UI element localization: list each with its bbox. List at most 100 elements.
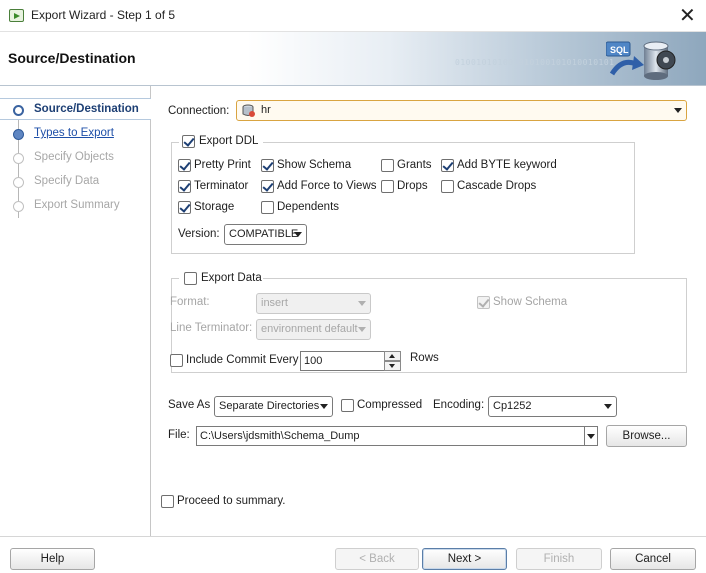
- compressed-label: Compressed: [357, 399, 423, 411]
- add-byte-keyword-checkbox[interactable]: [441, 159, 454, 172]
- help-button[interactable]: Help: [10, 548, 95, 570]
- chevron-down-icon: [358, 301, 366, 306]
- step-disabled-icon: [13, 201, 24, 212]
- window-title: Export Wizard - Step 1 of 5: [31, 8, 176, 22]
- file-history-dropdown[interactable]: [584, 426, 598, 446]
- format-select[interactable]: insert: [256, 293, 371, 314]
- grants-label: Grants: [397, 159, 432, 171]
- chevron-down-icon: [389, 364, 395, 368]
- step-specify-objects: Specify Objects: [0, 147, 151, 169]
- stepper-down-button[interactable]: [384, 361, 401, 371]
- step-disabled-icon: [13, 153, 24, 164]
- storage-label: Storage: [194, 201, 235, 213]
- next-button[interactable]: Next >: [422, 548, 507, 570]
- data-show-schema-label: Show Schema: [493, 296, 568, 308]
- terminator-checkbox[interactable]: [178, 180, 191, 193]
- browse-button[interactable]: Browse...: [606, 425, 687, 447]
- sql-export-logo-icon: SQL: [606, 41, 676, 80]
- export-data-legend: Export Data: [179, 270, 263, 286]
- version-select[interactable]: COMPATIBLE: [224, 224, 307, 245]
- version-label: Version:: [178, 228, 220, 240]
- proceed-to-summary-checkbox[interactable]: [161, 495, 174, 508]
- step-types-to-export[interactable]: Types to Export: [0, 123, 151, 145]
- step-active-icon: [13, 105, 24, 116]
- export-ddl-checkbox[interactable]: [182, 135, 195, 148]
- cascade-drops-label: Cascade Drops: [457, 180, 537, 192]
- step-label: Export Summary: [34, 199, 120, 211]
- export-data-label: Export Data: [201, 272, 262, 284]
- line-terminator-select[interactable]: environment default: [256, 319, 371, 340]
- file-path-input[interactable]: C:\Users\jdsmith\Schema_Dump: [196, 426, 585, 446]
- chevron-down-icon: [358, 327, 366, 332]
- cascade-drops-checkbox[interactable]: [441, 180, 454, 193]
- pretty-print-label: Pretty Print: [194, 159, 251, 171]
- format-value: insert: [261, 297, 288, 309]
- database-icon: [242, 104, 255, 117]
- title-bar: Export Wizard - Step 1 of 5 ✕: [0, 0, 706, 32]
- page-title: Source/Destination: [8, 50, 136, 66]
- include-commit-label: Include Commit Every: [186, 354, 299, 366]
- chevron-down-icon: [587, 434, 595, 439]
- step-label: Specify Data: [34, 175, 100, 187]
- chevron-down-icon: [320, 404, 328, 409]
- encoding-label: Encoding:: [433, 399, 485, 411]
- add-force-to-views-label: Add Force to Views: [277, 180, 377, 192]
- data-show-schema-checkbox[interactable]: [477, 296, 490, 309]
- rows-label: Rows: [410, 352, 439, 364]
- storage-checkbox[interactable]: [178, 201, 191, 214]
- grants-checkbox[interactable]: [381, 159, 394, 172]
- export-data-checkbox[interactable]: [184, 272, 197, 285]
- wizard-content-panel: Connection: hr Export DDL Pretty Print S…: [151, 86, 706, 536]
- chevron-down-icon: [294, 232, 302, 237]
- compressed-checkbox[interactable]: [341, 399, 354, 412]
- finish-button[interactable]: Finish: [516, 548, 602, 570]
- wizard-app-icon: [9, 9, 24, 22]
- add-force-to-views-checkbox[interactable]: [261, 180, 274, 193]
- export-ddl-legend: Export DDL: [179, 133, 263, 149]
- pretty-print-checkbox[interactable]: [178, 159, 191, 172]
- wizard-step-sidebar: Source/Destination Types to Export Speci…: [0, 86, 151, 536]
- file-label: File:: [168, 429, 190, 441]
- line-terminator-label: Line Terminator:: [170, 322, 253, 334]
- step-specify-data: Specify Data: [0, 171, 151, 193]
- step-link-icon: [13, 129, 24, 140]
- drops-checkbox[interactable]: [381, 180, 394, 193]
- close-icon[interactable]: ✕: [679, 3, 696, 28]
- export-ddl-label: Export DDL: [199, 135, 259, 147]
- step-label: Source/Destination: [34, 103, 139, 115]
- format-label: Format:: [170, 296, 210, 308]
- step-label: Specify Objects: [34, 151, 114, 163]
- line-terminator-value: environment default: [261, 323, 358, 335]
- encoding-select[interactable]: Cp1252: [488, 396, 617, 417]
- save-as-value: Separate Directories: [219, 400, 320, 412]
- logo-text: SQL: [610, 45, 629, 55]
- proceed-to-summary-label: Proceed to summary.: [177, 495, 286, 507]
- include-commit-checkbox[interactable]: [170, 354, 183, 367]
- connection-select[interactable]: hr: [236, 100, 687, 121]
- chevron-up-icon: [389, 354, 395, 358]
- chevron-down-icon: [674, 108, 682, 113]
- back-button[interactable]: < Back: [335, 548, 419, 570]
- show-schema-checkbox[interactable]: [261, 159, 274, 172]
- dependents-label: Dependents: [277, 201, 340, 213]
- connection-value: hr: [261, 104, 271, 116]
- add-byte-keyword-label: Add BYTE keyword: [457, 159, 557, 171]
- show-schema-label: Show Schema: [277, 159, 352, 171]
- step-export-summary: Export Summary: [0, 195, 151, 217]
- banner-binary-decoration: 010010101001010100101010010101: [455, 58, 615, 67]
- wizard-footer: Help < Back Next > Finish Cancel: [0, 536, 706, 573]
- save-as-label: Save As: [168, 399, 211, 411]
- chevron-down-icon: [604, 404, 612, 409]
- step-source-destination[interactable]: Source/Destination: [0, 98, 151, 120]
- commit-every-value: 100: [304, 355, 323, 367]
- connection-label: Connection:: [168, 105, 230, 117]
- save-as-select[interactable]: Separate Directories: [214, 396, 333, 417]
- stepper-up-button[interactable]: [384, 351, 401, 361]
- dependents-checkbox[interactable]: [261, 201, 274, 214]
- terminator-label: Terminator: [194, 180, 249, 192]
- step-disabled-icon: [13, 177, 24, 188]
- file-path-value: C:\Users\jdsmith\Schema_Dump: [200, 430, 360, 442]
- drops-label: Drops: [397, 180, 428, 192]
- step-label: Types to Export: [34, 127, 114, 139]
- cancel-button[interactable]: Cancel: [610, 548, 696, 570]
